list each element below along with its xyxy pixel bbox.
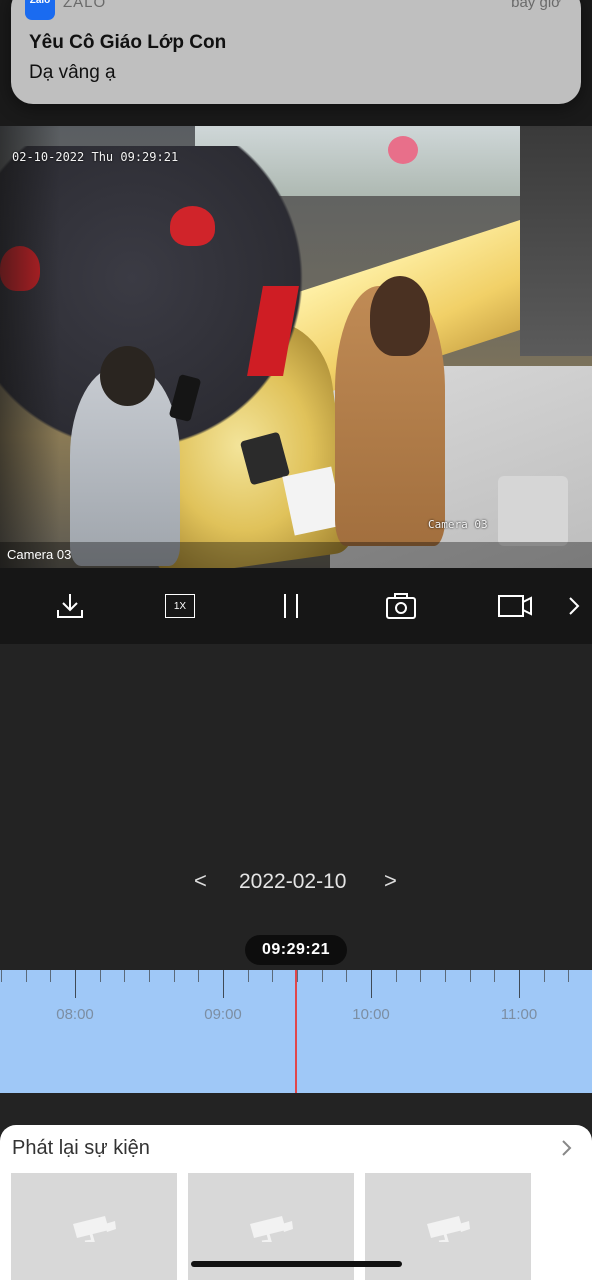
timeline-major-tick: [223, 970, 224, 998]
timeline-minor-tick: [469, 970, 471, 982]
video-scene-person-hair: [370, 276, 430, 356]
video-osd-camera: Camera 03: [428, 518, 488, 531]
pause-icon: [284, 594, 298, 618]
video-scene-shadow: [0, 126, 60, 568]
camera-placeholder-icon: [73, 1215, 116, 1242]
date-navigator: < 2022-02-10 >: [0, 868, 592, 898]
timeline-minor-tick: [346, 970, 348, 982]
notification-app-name: ZALO: [63, 0, 107, 11]
timeline-minor-tick: [1, 970, 2, 982]
timeline-minor-tick: [395, 970, 397, 982]
chevron-right-icon: [562, 1140, 572, 1156]
timeline-minor-tick: [568, 970, 570, 982]
record-button[interactable]: [496, 590, 534, 622]
timeline-scrubber[interactable]: 08:00 09:00 10:00 11:00: [0, 970, 592, 1093]
timeline-minor-tick: [494, 970, 496, 982]
speed-label: 1X: [165, 594, 195, 618]
event-playback-title: Phát lại sự kiện: [12, 1137, 150, 1159]
video-scene-shelf: [520, 126, 592, 356]
timeline-hour-label: 08:00: [56, 1006, 94, 1023]
video-scene-helmet: [170, 206, 215, 246]
timeline-minor-tick: [198, 970, 200, 982]
video-label-bar: [0, 542, 592, 568]
timeline-minor-tick: [149, 970, 150, 982]
timeline-minor-tick: [543, 970, 545, 982]
timeline-hour-label: 09:00: [204, 1006, 242, 1023]
playback-toolbar: 1X: [0, 568, 592, 644]
toolbar-more-button[interactable]: [565, 590, 583, 622]
current-date[interactable]: 2022-02-10: [239, 870, 346, 894]
snapshot-icon: [386, 593, 416, 619]
timeline-hour-label: 11:00: [500, 1006, 538, 1023]
event-playback-more-button[interactable]: [560, 1139, 572, 1162]
event-playback-sheet: Phát lại sự kiện: [0, 1125, 592, 1280]
timeline-minor-tick: [99, 970, 101, 982]
speed-button[interactable]: 1X: [163, 590, 197, 622]
timeline-playhead[interactable]: [295, 970, 297, 1093]
timeline-major-tick: [75, 970, 76, 998]
camera-placeholder-icon: [427, 1215, 470, 1242]
timeline-major-tick: [519, 970, 520, 998]
timeline-minor-tick: [173, 970, 175, 982]
current-time-badge: 09:29:21: [245, 935, 347, 965]
camera-label: Camera 03: [7, 547, 72, 562]
chevron-right-icon: [569, 597, 580, 615]
notification-body: Dạ vâng ạ: [29, 62, 116, 83]
snapshot-button[interactable]: [384, 590, 418, 622]
timeline-minor-tick: [420, 970, 422, 982]
download-button[interactable]: [53, 590, 87, 622]
timeline-minor-tick: [25, 970, 27, 982]
home-indicator[interactable]: [191, 1261, 402, 1267]
video-scene-person-head: [100, 346, 155, 406]
video-scene-helmet: [388, 136, 418, 164]
pause-button[interactable]: [278, 590, 304, 622]
video-scene-machine: [498, 476, 568, 546]
event-thumbnail[interactable]: [11, 1173, 177, 1280]
timeline-minor-tick: [445, 970, 446, 982]
next-date-button[interactable]: >: [384, 868, 397, 894]
timeline-minor-tick: [124, 970, 126, 982]
camera-placeholder-icon: [250, 1215, 293, 1242]
playback-area: [0, 644, 592, 970]
camera-video-feed[interactable]: 02-10-2022 Thu 09:29:21 Camera 03 Camera…: [0, 126, 592, 568]
notification-banner[interactable]: Zalo ZALO bây giờ Yêu Cô Giáo Lớp Con Dạ…: [11, 0, 581, 104]
notification-title: Yêu Cô Giáo Lớp Con: [29, 32, 227, 53]
previous-date-button[interactable]: <: [194, 868, 207, 894]
video-osd-timestamp: 02-10-2022 Thu 09:29:21: [12, 150, 179, 164]
timeline-minor-tick: [321, 970, 323, 982]
timeline-minor-tick: [247, 970, 249, 982]
timeline-minor-tick: [297, 970, 298, 982]
record-icon: [498, 595, 532, 617]
download-icon: [57, 594, 83, 618]
notification-time: bây giờ: [511, 0, 561, 11]
timeline-hour-label: 10:00: [352, 1006, 390, 1023]
timeline-minor-tick: [272, 970, 274, 982]
zalo-app-icon: Zalo: [25, 0, 55, 20]
timeline-major-tick: [371, 970, 372, 998]
timeline-minor-tick: [50, 970, 52, 982]
